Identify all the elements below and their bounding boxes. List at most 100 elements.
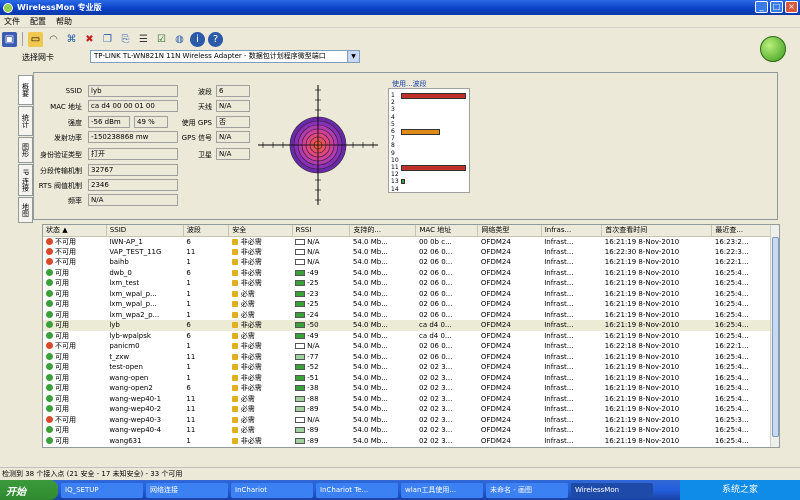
minimize-button[interactable]: _ [755, 1, 768, 13]
table-row[interactable]: 可用 test-open 1 非必需 -52 54.0 Mb... 02 02 3... OF… [43, 362, 773, 373]
frag-label: 分段传输机制 [40, 167, 82, 175]
column-header-10[interactable]: 最近查... [711, 225, 773, 237]
table-row[interactable]: 不可用 wang-wep40-3 11 必需 N/A 54.0 Mb... 02 02 3.… [43, 415, 773, 426]
signal-bar-icon [295, 301, 306, 308]
system-tray: 系统之家 [680, 480, 800, 500]
column-header-6[interactable]: MAC 地址 [415, 225, 479, 237]
table-row[interactable]: 可用 wang-open 1 非必需 -51 54.0 Mb... 02 02 3... OF… [43, 373, 773, 384]
table-cell: 16:25:4... [711, 320, 773, 331]
table-cell: 16:21:19 8-Nov-2010 [604, 415, 680, 424]
column-header-3[interactable]: 安全 [228, 225, 293, 237]
table-cell: 11 [186, 415, 196, 424]
table-cell: 16:21:19 8-Nov-2010 [604, 384, 680, 393]
table-row[interactable]: 可用 wang-wep40-2 11 必需 -89 54.0 Mb... 02 02 3..… [43, 404, 773, 415]
table-cell: lxm_test [109, 279, 140, 288]
check-icon[interactable]: ☑ [154, 32, 169, 47]
column-header-9[interactable]: 首次查看时间 [601, 225, 713, 237]
table-cell: 00 0b c... [418, 237, 452, 246]
taskbar-item[interactable]: IQ_SETUP [61, 482, 143, 498]
table-cell: panicm0 [109, 342, 140, 351]
table-cell: 54.0 Mb... [352, 310, 388, 319]
table-row[interactable]: 不可用 VAP_TEST_11G 11 非必需 N/A 54.0 Mb... 02 06 0… [43, 247, 773, 258]
menu-help[interactable]: 帮助 [56, 16, 72, 27]
taskbar-item[interactable]: InChariot Te... [316, 482, 398, 498]
table-row[interactable]: 不可用 baihb 1 非必需 N/A 54.0 Mb... 02 06 0... OFDM2… [43, 257, 773, 268]
adapter-select[interactable]: TP-LINK TL-WN821N 11N Wireless Adapter -… [90, 50, 360, 63]
table-row[interactable]: 可用 wang631 1 非必需 -89 54.0 Mb... 02 02 3... OFDM… [43, 436, 773, 447]
web-icon[interactable]: ◍ [172, 32, 187, 47]
help-icon[interactable]: ? [208, 31, 223, 47]
table-cell: Infrast... [544, 300, 574, 309]
table-row[interactable]: 可用 lxm_wpal_p... 1 必需 -23 54.0 Mb... 02 06 0..… [43, 289, 773, 300]
table-cell: 16:21:19 8-Nov-2010 [604, 268, 680, 277]
table-cell: 16:21:19 8-Nov-2010 [604, 237, 680, 246]
adapter-label: 选择网卡 [22, 53, 54, 62]
menu-file[interactable]: 文件 [4, 16, 20, 27]
open-icon[interactable]: ▭ [28, 31, 43, 47]
table-scrollbar[interactable] [770, 225, 779, 447]
paste-icon[interactable]: ⎘ [118, 32, 133, 47]
table-cell: OFDM24 [480, 247, 511, 256]
column-header-4[interactable]: RSSI [292, 225, 351, 237]
column-header-1[interactable]: SSID [106, 225, 184, 237]
table-cell: 16:21:19 8-Nov-2010 [604, 436, 680, 445]
table-cell: 02 06 0... [418, 289, 453, 298]
table-cell: 非必需 [229, 383, 292, 394]
log-icon[interactable]: ☰ [136, 32, 151, 47]
table-cell: Infrast... [544, 268, 574, 277]
menu-config[interactable]: 配置 [30, 16, 46, 27]
column-header-8[interactable]: Infras... [541, 225, 603, 237]
signal-bar-icon [295, 290, 306, 297]
close-button[interactable]: × [785, 1, 798, 13]
network-table[interactable]: 状态 ▲ SSID 波段 安全 RSSI 支持的... MAC 地址 网络类型 Infras..… [42, 224, 780, 448]
table-cell: IWN-AP_1 [109, 237, 143, 246]
table-cell: 54.0 Mb... [352, 258, 388, 267]
table-cell: Infrast... [544, 237, 574, 246]
save-icon[interactable]: ▣ [2, 31, 17, 47]
table-cell: 非必需 [229, 341, 292, 352]
graph-icon[interactable]: ◠ [46, 32, 61, 47]
table-cell: 必需 [229, 289, 292, 300]
signal-bar-icon [295, 437, 306, 444]
column-header-2[interactable]: 波段 [183, 225, 230, 237]
table-row[interactable]: 可用 wang-wep40-4 11 必需 -89 54.0 Mb... 02 02 3..… [43, 425, 773, 436]
maximize-button[interactable]: □ [770, 1, 783, 13]
scrollbar-thumb[interactable] [772, 237, 779, 437]
table-row[interactable]: 不可用 panicm0 1 非必需 N/A 54.0 Mb... 02 06 0... OFD… [43, 341, 773, 352]
taskbar-item[interactable]: 未命名 - 画图 [486, 482, 568, 498]
taskbar-item[interactable]: 网络连接 [146, 482, 228, 498]
column-header-7[interactable]: 网络类型 [477, 225, 542, 237]
table-cell: Infrast... [544, 247, 574, 256]
table-row[interactable]: 可用 lxm_wpa2_p... 1 必需 -24 54.0 Mb... 02 06 0..… [43, 310, 773, 321]
table-row[interactable]: 可用 wang-open2 6 非必需 -38 54.0 Mb... 02 02 3... O… [43, 383, 773, 394]
table-row[interactable]: 可用 lyb 6 非必需 -50 54.0 Mb... ca d4 0... OFDM24 In… [43, 320, 773, 331]
table-row[interactable]: 可用 lyb-wpalpsk 6 必需 -49 54.0 Mb... ca d4 0... O… [43, 331, 773, 342]
column-header-5[interactable]: 支持的... [349, 225, 417, 237]
table-cell: -49 [292, 331, 350, 342]
taskbar-item[interactable]: WirelessMon [571, 482, 653, 498]
band-row-4: 4 [391, 114, 401, 121]
taskbar-item[interactable]: wlan工具使用... [401, 482, 483, 498]
table-row[interactable]: 可用 lxm_wpal_p... 1 必需 -25 54.0 Mb... 02 06 0..… [43, 299, 773, 310]
table-cell: 1 [186, 289, 191, 298]
column-header-0[interactable]: 状态 ▲ [43, 225, 107, 237]
network-icon[interactable]: ⌘ [64, 32, 79, 47]
status-dot-icon [46, 373, 53, 381]
delete-icon[interactable]: ✖ [82, 32, 97, 47]
table-cell: 1 [186, 373, 191, 382]
table-row[interactable]: 可用 wang-wep40-1 11 必需 -88 54.0 Mb... 02 02 3..… [43, 394, 773, 405]
info-icon[interactable]: i [190, 31, 205, 47]
taskbar-item[interactable]: InChariot [231, 482, 313, 498]
signal-radar [258, 85, 378, 205]
table-cell: 非必需 [229, 268, 292, 279]
table-row[interactable]: 可用 t_zxw 11 非必需 -77 54.0 Mb... 02 06 0... OFDM2… [43, 352, 773, 363]
table-cell: 54.0 Mb... [352, 289, 388, 298]
chevron-down-icon[interactable]: ▼ [347, 51, 359, 62]
lock-icon [231, 238, 238, 245]
start-button[interactable]: 开始 [0, 480, 58, 500]
table-row[interactable]: 可用 lxm_test 1 非必需 -25 54.0 Mb... 02 06 0... OFD… [43, 278, 773, 289]
table-row[interactable]: 可用 dwb_0 6 非必需 -49 54.0 Mb... 02 06 0... OFDM24… [43, 268, 773, 279]
copy-icon[interactable]: ❐ [100, 32, 115, 47]
table-row[interactable]: 不可用 IWN-AP_1 6 非必需 N/A 54.0 Mb... 00 0b c... OF… [43, 236, 773, 247]
table-cell: OFDM24 [480, 310, 511, 319]
